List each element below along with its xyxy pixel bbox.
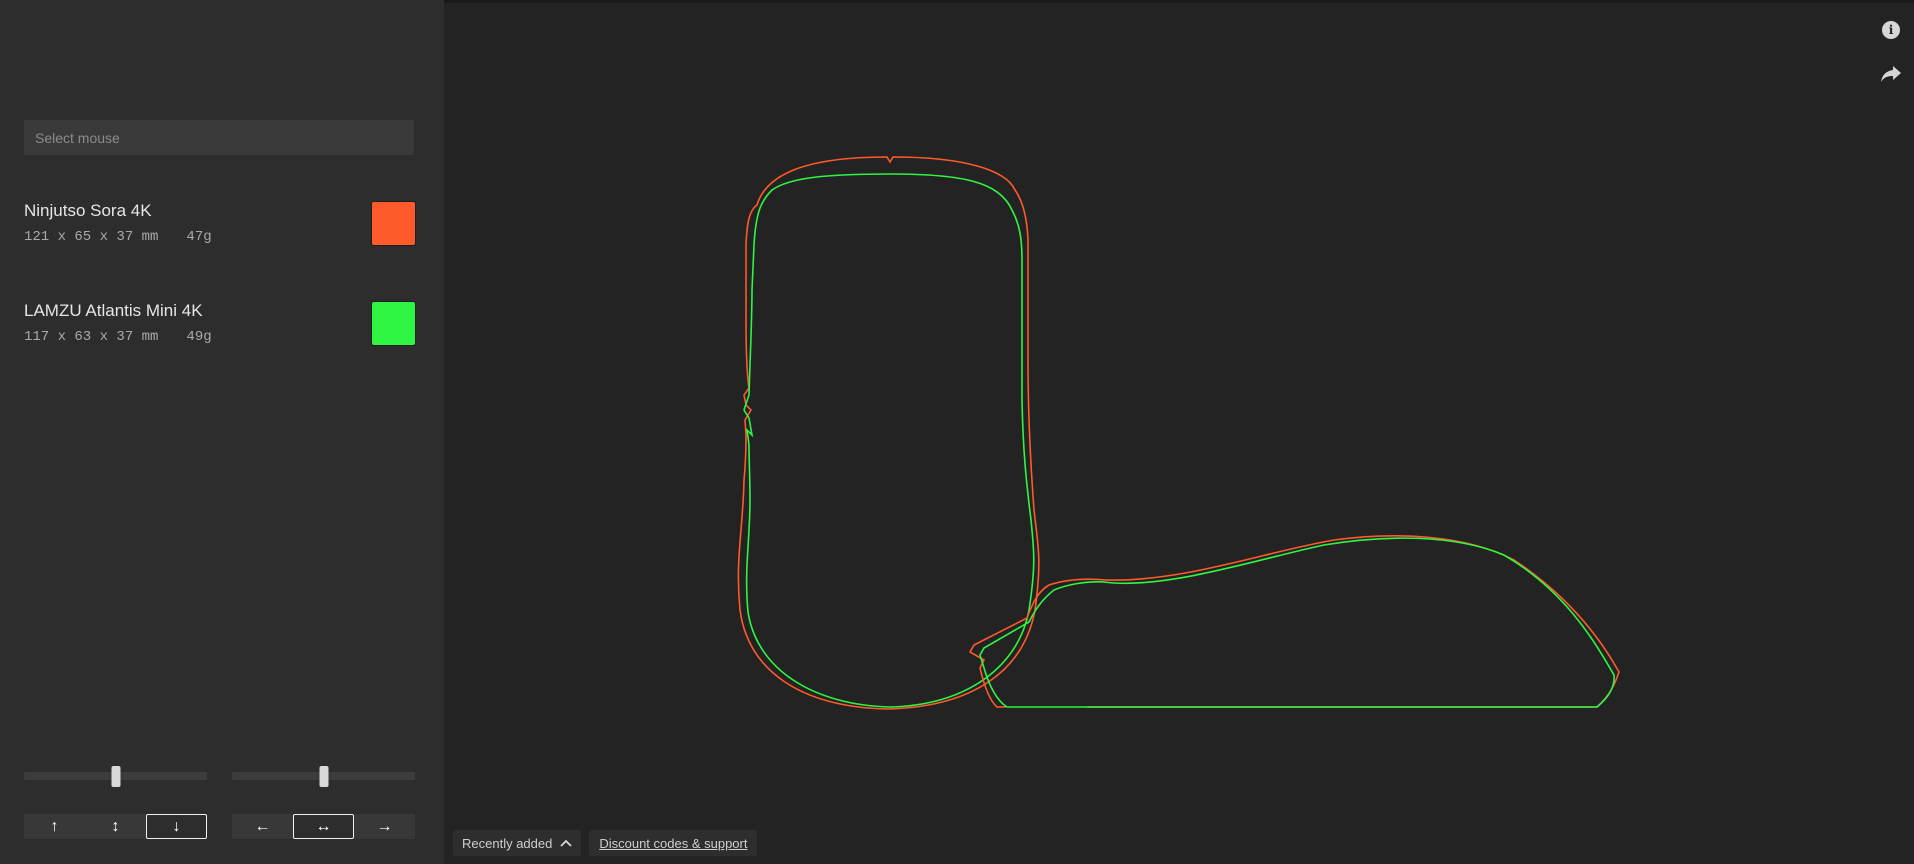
align-center-horizontal-button[interactable]: ↔ <box>293 814 354 839</box>
chevron-up-icon <box>560 839 572 847</box>
slider-thumb[interactable] <box>319 766 328 787</box>
mouse-name: LAMZU Atlantis Mini 4K <box>24 301 203 320</box>
footer-bar: Recently added Discount codes & support <box>453 830 758 856</box>
info-icon[interactable]: i <box>1882 21 1900 39</box>
color-swatch[interactable] <box>371 201 416 246</box>
comparison-view: i <box>444 0 1914 864</box>
mouse-dimensions: 117 x 63 x 37 mm <box>24 329 159 345</box>
align-center-vertical-button[interactable]: ↕ <box>85 814 146 839</box>
mouse-weight: 49g <box>186 329 212 345</box>
recently-added-button[interactable]: Recently added <box>453 830 582 856</box>
slider-thumb[interactable] <box>111 766 120 787</box>
mouse-name: Ninjutso Sora 4K <box>24 201 152 220</box>
align-top-button[interactable]: ↑ <box>24 814 85 839</box>
color-swatch[interactable] <box>371 301 416 346</box>
vertical-align-group: ↑ ↕ ↓ <box>24 814 207 839</box>
discount-codes-link[interactable]: Discount codes & support <box>589 830 758 856</box>
share-icon[interactable] <box>1880 64 1902 84</box>
mouse-item-1[interactable]: Ninjutso Sora 4K 121 x 65 x 37 mm 47g <box>24 201 416 261</box>
shape-overlay <box>737 156 1620 710</box>
align-bottom-button[interactable]: ↓ <box>146 814 207 839</box>
mouse-1-top-outline <box>737 156 1040 710</box>
recently-added-label: Recently added <box>462 835 553 851</box>
mouse-1-side-outline <box>968 535 1620 708</box>
align-right-button[interactable]: → <box>354 814 415 839</box>
horizontal-offset-slider[interactable] <box>232 766 415 787</box>
mouse-weight: 47g <box>186 229 212 245</box>
mouse-item-2[interactable]: LAMZU Atlantis Mini 4K 117 x 63 x 37 mm 4… <box>24 301 416 361</box>
mouse-dimensions: 121 x 65 x 37 mm <box>24 229 159 245</box>
mouse-2-top-outline <box>743 173 1035 708</box>
mouse-specs: 121 x 65 x 37 mm 47g <box>24 229 212 245</box>
search-input[interactable] <box>24 120 414 155</box>
horizontal-align-group: ← ↔ → <box>232 814 415 839</box>
mouse-specs: 117 x 63 x 37 mm 49g <box>24 329 212 345</box>
vertical-offset-slider[interactable] <box>24 766 207 787</box>
align-left-button[interactable]: ← <box>232 814 293 839</box>
sidebar: Ninjutso Sora 4K 121 x 65 x 37 mm 47g LAM… <box>0 0 444 864</box>
